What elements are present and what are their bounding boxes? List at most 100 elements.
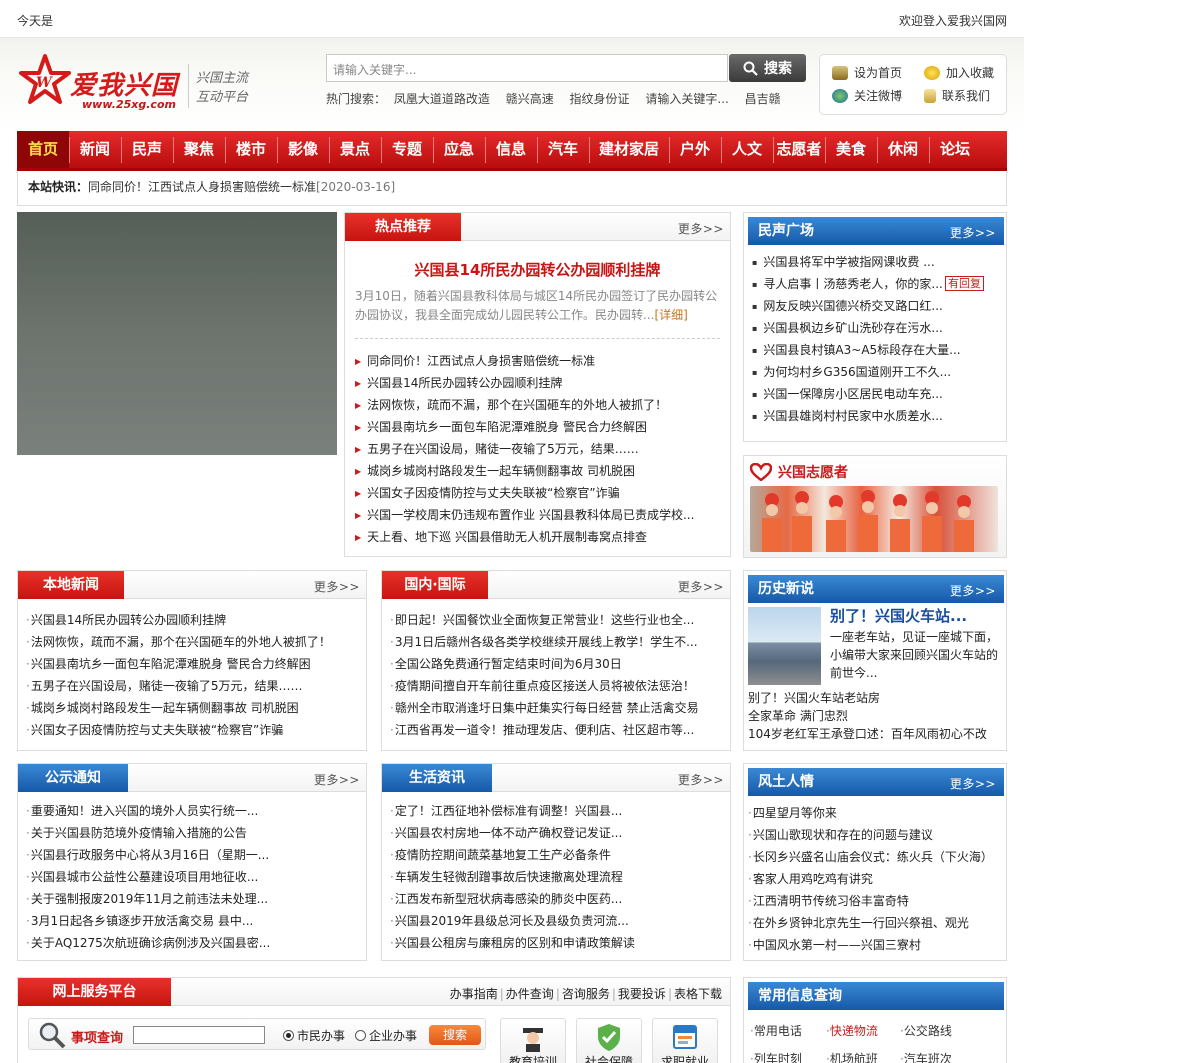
nav-item[interactable]: 新闻 (69, 131, 121, 168)
life-item[interactable]: 车辆发生轻微刮蹭事故后快速撤离处理流程 (390, 866, 724, 888)
nav-item[interactable]: 户外 (669, 131, 721, 168)
customs-item[interactable]: 四星望月等你来 (748, 802, 1000, 824)
notice-tab[interactable]: 公示通知 (18, 764, 128, 792)
slideshow-image[interactable] (17, 212, 337, 455)
nav-item[interactable]: 景点 (329, 131, 381, 168)
notice-item[interactable]: 重要通知！进入兴国的境外人员实行统一... (26, 800, 360, 822)
logo-text[interactable]: 爱我兴国 (70, 65, 178, 102)
service-link[interactable]: 办件查询 (498, 987, 554, 1001)
minsheng-list-item[interactable]: 兴国一保障房小区居民电动车充... (752, 383, 1000, 405)
nav-item[interactable]: 汽车 (537, 131, 589, 168)
search-button[interactable]: 搜索 (729, 54, 806, 82)
customs-item[interactable]: 兴国山歌现状和存在的问题与建议 (748, 824, 1000, 846)
local-more-link[interactable]: 更多>> (314, 578, 360, 595)
employment-button[interactable]: 求职就业 (652, 1018, 718, 1063)
history-list-item[interactable]: 别了！兴国火车站老站房 (748, 689, 1002, 707)
hot-list-item[interactable]: 兴国县南坑乡一面包车陷泥潭难脱身 警民合力终解困 (355, 416, 724, 438)
local-news-item[interactable]: 城岗乡城岗村路段发生一起车辆侧翻事故 司机脱困 (26, 697, 360, 719)
local-news-tab[interactable]: 本地新闻 (18, 571, 124, 599)
hot-term[interactable]: 指纹身份证 (570, 92, 630, 106)
hot-list-item[interactable]: 五男子在兴国设局，赌徒一夜输了5万元，结果…… (355, 438, 724, 460)
info-link[interactable]: 快递物流 (826, 1022, 878, 1039)
local-news-item[interactable]: 兴国县14所民办园转公办园顺利挂牌 (26, 609, 360, 631)
info-link[interactable]: 公交路线 (900, 1022, 952, 1039)
hot-list-item[interactable]: 兴国县14所民办园转公办园顺利挂牌 (355, 372, 724, 394)
add-favorite-link[interactable]: 加入收藏 (924, 64, 994, 81)
notice-item[interactable]: 3月1日起各乡镇逐步开放活禽交易 县中... (26, 910, 360, 932)
company-radio[interactable]: 企业办事 (355, 1027, 417, 1044)
notice-item[interactable]: 关于兴国县防范境外疫情输入措施的公告 (26, 822, 360, 844)
life-item[interactable]: 兴国县2019年县级总河长及县级负责河流... (390, 910, 724, 932)
nav-item[interactable]: 首页 (17, 131, 69, 168)
customs-item[interactable]: 在外乡贤钟北京先生一行回兴祭祖、观光 (748, 912, 1000, 934)
domestic-news-tab[interactable]: 国内·国际 (382, 571, 488, 599)
hot-list-item[interactable]: 兴国女子因疫情防控与丈夫失联被“检察官”诈骗 (355, 482, 724, 504)
set-homepage-link[interactable]: 设为首页 (832, 64, 902, 81)
nav-item[interactable]: 论坛 (929, 131, 981, 168)
nav-item[interactable]: 影像 (277, 131, 329, 168)
query-search-button[interactable]: 搜索 (429, 1025, 481, 1045)
service-link[interactable]: 办事指南 (450, 987, 498, 1001)
history-list-item[interactable]: 104岁老红军王承登口述：百年风雨初心不改 (748, 725, 1002, 743)
hot-term[interactable]: 昌吉赣 (745, 92, 781, 106)
nav-item[interactable]: 人文 (721, 131, 773, 168)
life-item[interactable]: 兴国县公租房与廉租房的区别和申请政策解读 (390, 932, 724, 954)
hot-list-item[interactable]: 法网恢恢，疏而不漏，那个在兴国砸车的外地人被抓了！ (355, 394, 724, 416)
star-logo-icon[interactable]: W (18, 53, 72, 107)
service-link[interactable]: 我要投诉 (610, 987, 666, 1001)
social-security-button[interactable]: 社会保障 (576, 1018, 642, 1063)
education-button[interactable]: 教育培训 (500, 1018, 566, 1063)
info-link[interactable]: 列车时刻 (750, 1050, 802, 1063)
nav-item[interactable]: 美食 (825, 131, 877, 168)
volunteer-header[interactable]: 兴国志愿者 (750, 462, 848, 482)
notice-item[interactable]: 兴国县行政服务中心将从3月16日（星期一... (26, 844, 360, 866)
info-link[interactable]: 常用电话 (750, 1022, 802, 1039)
query-input[interactable] (133, 1026, 265, 1044)
customs-item[interactable]: 长冈乡兴盛名山庙会仪式：练火兵（下火海） (748, 846, 1000, 868)
history-more-link[interactable]: 更多>> (950, 582, 996, 599)
domestic-news-item[interactable]: 全国公路免费通行暂定结束时间为6月30日 (390, 653, 724, 675)
history-list-item[interactable]: 全家革命 满门忠烈 (748, 707, 1002, 725)
domestic-news-item[interactable]: 疫情期间擅自开车前往重点疫区接送人员将被依法惩治！ (390, 675, 724, 697)
nav-item[interactable]: 聚焦 (173, 131, 225, 168)
domestic-news-item[interactable]: 江西省再发一道令！推动理发店、便利店、社区超市等... (390, 719, 724, 741)
nav-item[interactable]: 专题 (381, 131, 433, 168)
history-headline[interactable]: 别了！兴国火车站... (830, 605, 967, 626)
service-link[interactable]: 表格下载 (666, 987, 722, 1001)
notice-item[interactable]: 关于AQ1275次航班确诊病例涉及兴国县密... (26, 932, 360, 954)
domestic-news-item[interactable]: 即日起！兴国餐饮业全面恢复正常营业！这些行业也全... (390, 609, 724, 631)
nav-item[interactable]: 信息 (485, 131, 537, 168)
local-news-item[interactable]: 兴国县南坑乡一面包车陷泥潭难脱身 警民合力终解困 (26, 653, 360, 675)
local-news-item[interactable]: 五男子在兴国设局，赌徒一夜输了5万元，结果…… (26, 675, 360, 697)
minsheng-more-link[interactable]: 更多>> (950, 224, 996, 241)
volunteer-photo[interactable] (750, 486, 998, 552)
nav-item[interactable]: 建材家居 (589, 131, 669, 168)
hot-list-item[interactable]: 天上看、地下巡 兴国县借助无人机开展制毒窝点排查 (355, 526, 724, 548)
service-tab[interactable]: 网上服务平台 (18, 978, 171, 1006)
life-tab[interactable]: 生活资讯 (382, 764, 492, 792)
minsheng-list-item[interactable]: 兴国县良村镇A3~A5标段存在大量... (752, 339, 1000, 361)
hot-term[interactable]: 凤凰大道道路改造 (394, 92, 490, 106)
local-news-item[interactable]: 法网恢恢，疏而不漏，那个在兴国砸车的外地人被抓了！ (26, 631, 360, 653)
life-item[interactable]: 江西发布新型冠状病毒感染的肺炎中医药... (390, 888, 724, 910)
customs-item[interactable]: 江西清明节传统习俗丰富奇特 (748, 890, 1000, 912)
customs-item[interactable]: 中国风水第一村——兴国三寮村 (748, 934, 1000, 956)
service-link[interactable]: 咨询服务 (554, 987, 610, 1001)
life-more-link[interactable]: 更多>> (678, 771, 724, 788)
life-item[interactable]: 定了！江西征地补偿标准有调整！兴国县... (390, 800, 724, 822)
hot-term[interactable]: 请输入关键字... (645, 92, 728, 106)
info-link[interactable]: 机场航班 (826, 1050, 878, 1063)
headline-title[interactable]: 兴国县14所民办园转公办园顺利挂牌 (345, 259, 730, 280)
domestic-news-item[interactable]: 赣州全市取消逢圩日集中赶集实行每日经营 禁止活禽交易 (390, 697, 724, 719)
search-input[interactable]: 请输入关键字... (326, 54, 728, 82)
domestic-news-item[interactable]: 3月1日后赣州各级各类学校继续开展线上教学！学生不... (390, 631, 724, 653)
notice-item[interactable]: 兴国县城市公益性公墓建设项目用地征收... (26, 866, 360, 888)
minsheng-list-item[interactable]: 兴国县枫边乡矿山洗砂存在污水... (752, 317, 1000, 339)
life-item[interactable]: 兴国县农村房地一体不动产确权登记发证... (390, 822, 724, 844)
flash-link[interactable]: 同命同价！江西试点人身损害赔偿统一标准 (88, 180, 316, 194)
life-item[interactable]: 疫情防控期间蔬菜基地复工生产必备条件 (390, 844, 724, 866)
customs-item[interactable]: 客家人用鸡吃鸡有讲究 (748, 868, 1000, 890)
hot-recommend-tab[interactable]: 热点推荐 (345, 213, 461, 241)
nav-item[interactable]: 应急 (433, 131, 485, 168)
detail-link[interactable]: [详细] (654, 308, 687, 322)
